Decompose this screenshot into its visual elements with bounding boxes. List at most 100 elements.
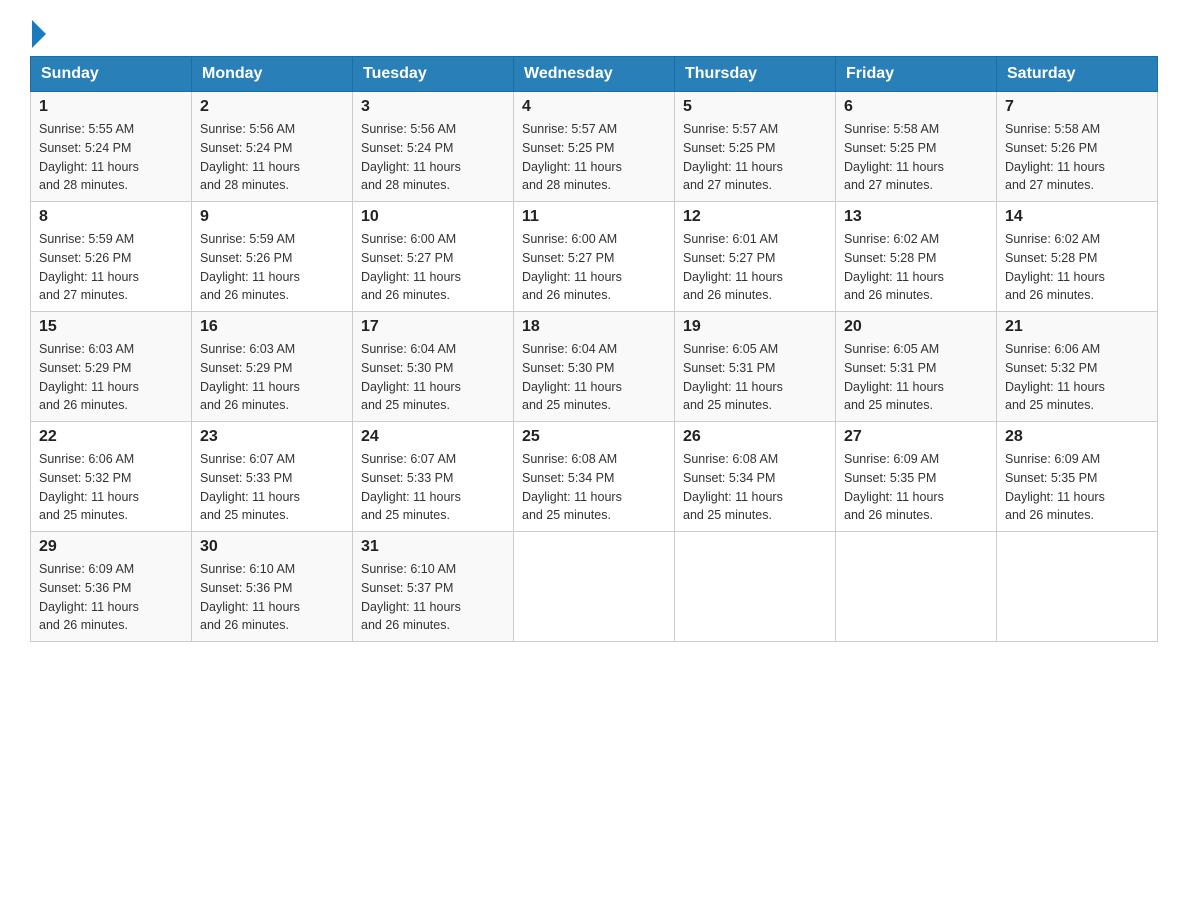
calendar-cell: 22 Sunrise: 6:06 AM Sunset: 5:32 PM Dayl… bbox=[31, 422, 192, 532]
calendar-cell: 17 Sunrise: 6:04 AM Sunset: 5:30 PM Dayl… bbox=[353, 312, 514, 422]
day-info: Sunrise: 6:05 AM Sunset: 5:31 PM Dayligh… bbox=[683, 340, 827, 415]
day-info: Sunrise: 6:02 AM Sunset: 5:28 PM Dayligh… bbox=[1005, 230, 1149, 305]
calendar-cell bbox=[997, 532, 1158, 642]
calendar-cell: 12 Sunrise: 6:01 AM Sunset: 5:27 PM Dayl… bbox=[675, 202, 836, 312]
calendar-cell bbox=[836, 532, 997, 642]
day-number: 1 bbox=[39, 98, 183, 116]
day-number: 8 bbox=[39, 208, 183, 226]
calendar-cell: 26 Sunrise: 6:08 AM Sunset: 5:34 PM Dayl… bbox=[675, 422, 836, 532]
calendar-cell: 4 Sunrise: 5:57 AM Sunset: 5:25 PM Dayli… bbox=[514, 92, 675, 202]
calendar-cell: 13 Sunrise: 6:02 AM Sunset: 5:28 PM Dayl… bbox=[836, 202, 997, 312]
day-info: Sunrise: 6:03 AM Sunset: 5:29 PM Dayligh… bbox=[39, 340, 183, 415]
header-monday: Monday bbox=[192, 57, 353, 92]
day-info: Sunrise: 6:09 AM Sunset: 5:36 PM Dayligh… bbox=[39, 560, 183, 635]
day-number: 14 bbox=[1005, 208, 1149, 226]
day-info: Sunrise: 6:07 AM Sunset: 5:33 PM Dayligh… bbox=[361, 450, 505, 525]
calendar-cell: 27 Sunrise: 6:09 AM Sunset: 5:35 PM Dayl… bbox=[836, 422, 997, 532]
day-number: 16 bbox=[200, 318, 344, 336]
calendar-cell: 3 Sunrise: 5:56 AM Sunset: 5:24 PM Dayli… bbox=[353, 92, 514, 202]
calendar-cell: 6 Sunrise: 5:58 AM Sunset: 5:25 PM Dayli… bbox=[836, 92, 997, 202]
calendar-cell: 7 Sunrise: 5:58 AM Sunset: 5:26 PM Dayli… bbox=[997, 92, 1158, 202]
day-info: Sunrise: 5:57 AM Sunset: 5:25 PM Dayligh… bbox=[683, 120, 827, 195]
calendar-table: SundayMondayTuesdayWednesdayThursdayFrid… bbox=[30, 56, 1158, 642]
calendar-cell: 9 Sunrise: 5:59 AM Sunset: 5:26 PM Dayli… bbox=[192, 202, 353, 312]
day-number: 24 bbox=[361, 428, 505, 446]
day-info: Sunrise: 6:09 AM Sunset: 5:35 PM Dayligh… bbox=[844, 450, 988, 525]
calendar-cell: 23 Sunrise: 6:07 AM Sunset: 5:33 PM Dayl… bbox=[192, 422, 353, 532]
calendar-cell bbox=[675, 532, 836, 642]
calendar-cell: 25 Sunrise: 6:08 AM Sunset: 5:34 PM Dayl… bbox=[514, 422, 675, 532]
day-number: 22 bbox=[39, 428, 183, 446]
day-number: 10 bbox=[361, 208, 505, 226]
calendar-cell: 18 Sunrise: 6:04 AM Sunset: 5:30 PM Dayl… bbox=[514, 312, 675, 422]
day-number: 20 bbox=[844, 318, 988, 336]
day-number: 25 bbox=[522, 428, 666, 446]
calendar-cell: 19 Sunrise: 6:05 AM Sunset: 5:31 PM Dayl… bbox=[675, 312, 836, 422]
day-info: Sunrise: 6:02 AM Sunset: 5:28 PM Dayligh… bbox=[844, 230, 988, 305]
day-number: 11 bbox=[522, 208, 666, 226]
calendar-cell: 31 Sunrise: 6:10 AM Sunset: 5:37 PM Dayl… bbox=[353, 532, 514, 642]
day-number: 12 bbox=[683, 208, 827, 226]
day-number: 7 bbox=[1005, 98, 1149, 116]
day-number: 29 bbox=[39, 538, 183, 556]
day-number: 23 bbox=[200, 428, 344, 446]
day-number: 2 bbox=[200, 98, 344, 116]
day-info: Sunrise: 5:59 AM Sunset: 5:26 PM Dayligh… bbox=[39, 230, 183, 305]
day-number: 21 bbox=[1005, 318, 1149, 336]
day-info: Sunrise: 6:05 AM Sunset: 5:31 PM Dayligh… bbox=[844, 340, 988, 415]
day-info: Sunrise: 5:56 AM Sunset: 5:24 PM Dayligh… bbox=[200, 120, 344, 195]
calendar-week-row: 29 Sunrise: 6:09 AM Sunset: 5:36 PM Dayl… bbox=[31, 532, 1158, 642]
day-number: 6 bbox=[844, 98, 988, 116]
calendar-week-row: 22 Sunrise: 6:06 AM Sunset: 5:32 PM Dayl… bbox=[31, 422, 1158, 532]
day-number: 3 bbox=[361, 98, 505, 116]
day-number: 9 bbox=[200, 208, 344, 226]
day-info: Sunrise: 5:58 AM Sunset: 5:25 PM Dayligh… bbox=[844, 120, 988, 195]
day-info: Sunrise: 6:08 AM Sunset: 5:34 PM Dayligh… bbox=[522, 450, 666, 525]
day-info: Sunrise: 6:06 AM Sunset: 5:32 PM Dayligh… bbox=[39, 450, 183, 525]
header-thursday: Thursday bbox=[675, 57, 836, 92]
day-number: 4 bbox=[522, 98, 666, 116]
header-sunday: Sunday bbox=[31, 57, 192, 92]
calendar-cell bbox=[514, 532, 675, 642]
day-info: Sunrise: 6:06 AM Sunset: 5:32 PM Dayligh… bbox=[1005, 340, 1149, 415]
day-info: Sunrise: 6:09 AM Sunset: 5:35 PM Dayligh… bbox=[1005, 450, 1149, 525]
day-number: 31 bbox=[361, 538, 505, 556]
calendar-header-row: SundayMondayTuesdayWednesdayThursdayFrid… bbox=[31, 57, 1158, 92]
header-wednesday: Wednesday bbox=[514, 57, 675, 92]
logo bbox=[30, 20, 48, 48]
day-number: 19 bbox=[683, 318, 827, 336]
day-number: 18 bbox=[522, 318, 666, 336]
page-header bbox=[30, 20, 1158, 48]
day-number: 15 bbox=[39, 318, 183, 336]
header-friday: Friday bbox=[836, 57, 997, 92]
calendar-cell: 20 Sunrise: 6:05 AM Sunset: 5:31 PM Dayl… bbox=[836, 312, 997, 422]
header-tuesday: Tuesday bbox=[353, 57, 514, 92]
day-number: 13 bbox=[844, 208, 988, 226]
day-info: Sunrise: 5:56 AM Sunset: 5:24 PM Dayligh… bbox=[361, 120, 505, 195]
day-info: Sunrise: 6:00 AM Sunset: 5:27 PM Dayligh… bbox=[522, 230, 666, 305]
calendar-cell: 30 Sunrise: 6:10 AM Sunset: 5:36 PM Dayl… bbox=[192, 532, 353, 642]
day-info: Sunrise: 5:58 AM Sunset: 5:26 PM Dayligh… bbox=[1005, 120, 1149, 195]
day-info: Sunrise: 6:03 AM Sunset: 5:29 PM Dayligh… bbox=[200, 340, 344, 415]
day-info: Sunrise: 6:00 AM Sunset: 5:27 PM Dayligh… bbox=[361, 230, 505, 305]
day-info: Sunrise: 5:55 AM Sunset: 5:24 PM Dayligh… bbox=[39, 120, 183, 195]
calendar-cell: 24 Sunrise: 6:07 AM Sunset: 5:33 PM Dayl… bbox=[353, 422, 514, 532]
day-number: 26 bbox=[683, 428, 827, 446]
day-number: 27 bbox=[844, 428, 988, 446]
calendar-cell: 5 Sunrise: 5:57 AM Sunset: 5:25 PM Dayli… bbox=[675, 92, 836, 202]
day-info: Sunrise: 6:04 AM Sunset: 5:30 PM Dayligh… bbox=[361, 340, 505, 415]
day-info: Sunrise: 6:07 AM Sunset: 5:33 PM Dayligh… bbox=[200, 450, 344, 525]
day-number: 28 bbox=[1005, 428, 1149, 446]
calendar-cell: 29 Sunrise: 6:09 AM Sunset: 5:36 PM Dayl… bbox=[31, 532, 192, 642]
day-info: Sunrise: 5:59 AM Sunset: 5:26 PM Dayligh… bbox=[200, 230, 344, 305]
calendar-cell: 8 Sunrise: 5:59 AM Sunset: 5:26 PM Dayli… bbox=[31, 202, 192, 312]
calendar-cell: 16 Sunrise: 6:03 AM Sunset: 5:29 PM Dayl… bbox=[192, 312, 353, 422]
logo-triangle-icon bbox=[32, 20, 46, 48]
day-info: Sunrise: 6:08 AM Sunset: 5:34 PM Dayligh… bbox=[683, 450, 827, 525]
day-number: 17 bbox=[361, 318, 505, 336]
day-info: Sunrise: 6:10 AM Sunset: 5:37 PM Dayligh… bbox=[361, 560, 505, 635]
calendar-cell: 2 Sunrise: 5:56 AM Sunset: 5:24 PM Dayli… bbox=[192, 92, 353, 202]
calendar-cell: 11 Sunrise: 6:00 AM Sunset: 5:27 PM Dayl… bbox=[514, 202, 675, 312]
day-info: Sunrise: 6:04 AM Sunset: 5:30 PM Dayligh… bbox=[522, 340, 666, 415]
day-info: Sunrise: 5:57 AM Sunset: 5:25 PM Dayligh… bbox=[522, 120, 666, 195]
